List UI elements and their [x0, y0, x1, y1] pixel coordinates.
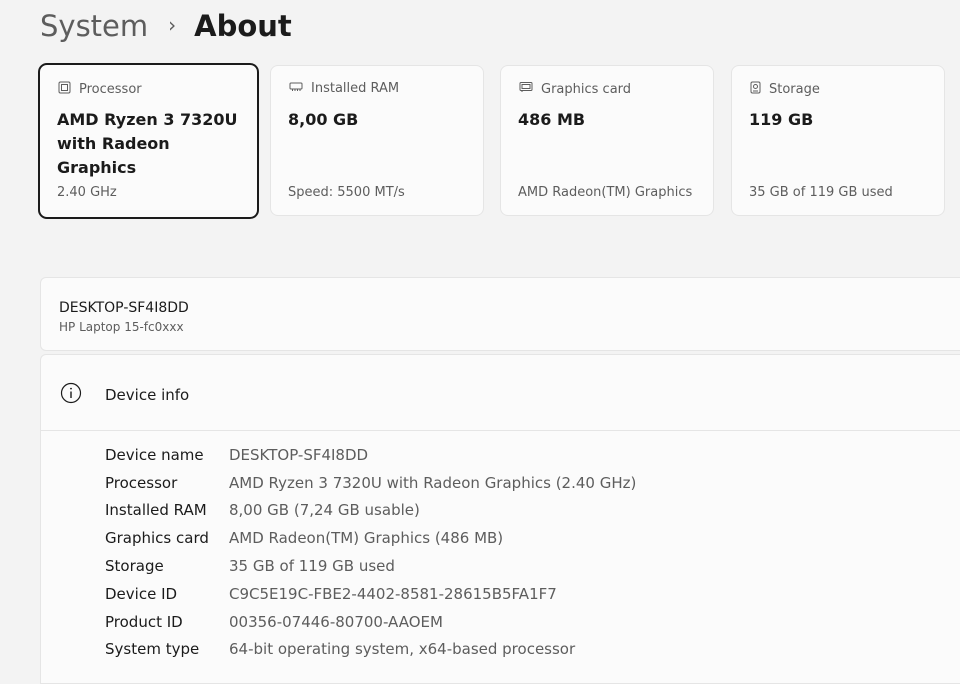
card-label: Storage [769, 82, 820, 97]
spec-value: DESKTOP-SF4I8DD [229, 445, 369, 464]
spec-row-product-id: Product ID 00356-07446-80700-AAOEM [105, 608, 636, 636]
spec-row-graphics-card: Graphics card AMD Radeon(TM) Graphics (4… [105, 524, 636, 552]
card-header: Storage [750, 81, 820, 98]
card-graphics-card[interactable]: Graphics card 486 MB AMD Radeon(TM) Grap… [500, 65, 714, 216]
card-processor[interactable]: Processor AMD Ryzen 3 7320U with Radeon … [38, 63, 259, 219]
card-subtext: AMD Radeon(TM) Graphics [518, 185, 693, 200]
spec-row-processor: Processor AMD Ryzen 3 7320U with Radeon … [105, 469, 636, 497]
device-name-panel[interactable]: DESKTOP-SF4I8DD HP Laptop 15-fc0xxx [40, 277, 960, 351]
card-storage[interactable]: Storage 119 GB 35 GB of 119 GB used [731, 65, 945, 216]
spec-label: Device ID [105, 584, 178, 603]
card-label: Processor [79, 82, 142, 97]
device-info-panel: Device info Device name DESKTOP-SF4I8DD … [40, 354, 960, 684]
spec-value: 35 GB of 119 GB used [229, 557, 395, 576]
card-subtext: Speed: 5500 MT/s [288, 185, 405, 200]
card-header: Installed RAM [289, 81, 399, 96]
spec-row-device-name: Device name DESKTOP-SF4I8DD [105, 441, 636, 469]
card-header: Graphics card [519, 81, 631, 97]
spec-value: 64-bit operating system, x64-based proce… [229, 640, 576, 659]
card-value: AMD Ryzen 3 7320U with Radeon Graphics [57, 110, 238, 177]
card-value: 119 GB [749, 110, 814, 129]
ram-icon [289, 81, 311, 96]
spec-row-installed-ram: Installed RAM 8,00 GB (7,24 GB usable) [105, 497, 636, 525]
card-value: 8,00 GB [288, 110, 359, 129]
storage-icon [750, 81, 769, 98]
spec-row-storage: Storage 35 GB of 119 GB used [105, 552, 636, 580]
card-subtext: 2.40 GHz [57, 185, 117, 200]
card-installed-ram[interactable]: Installed RAM 8,00 GB Speed: 5500 MT/s [270, 65, 484, 216]
pc-model: HP Laptop 15-fc0xxx [59, 320, 184, 334]
spec-table: Device name DESKTOP-SF4I8DD Processor AM… [105, 441, 636, 663]
spec-label: System type [105, 640, 200, 659]
spec-label: Storage [105, 557, 164, 576]
spec-label: Installed RAM [105, 501, 207, 520]
breadcrumb-parent-system[interactable]: System [40, 9, 148, 43]
spec-value: AMD Radeon(TM) Graphics (486 MB) [229, 529, 504, 548]
card-subtext: 35 GB of 119 GB used [749, 185, 893, 200]
spec-label: Device name [105, 445, 204, 464]
card-header: Processor [58, 81, 142, 98]
spec-row-device-id: Device ID C9C5E19C-FBE2-4402-8581-28615B… [105, 580, 636, 608]
graphics-card-icon [519, 81, 541, 97]
spec-label: Graphics card [105, 529, 209, 548]
breadcrumb: System › About [40, 6, 292, 46]
spec-value: 00356-07446-80700-AAOEM [229, 612, 443, 631]
spec-value: AMD Ryzen 3 7320U with Radeon Graphics (… [229, 473, 637, 492]
page-title: About [194, 9, 292, 43]
spec-value: 8,00 GB (7,24 GB usable) [229, 501, 420, 520]
card-value: 486 MB [518, 110, 586, 129]
processor-icon [58, 81, 79, 98]
device-info-title: Device info [105, 386, 190, 404]
chevron-right-icon: › [168, 13, 177, 37]
card-label: Installed RAM [311, 81, 400, 96]
card-label: Graphics card [541, 81, 632, 97]
pc-name: DESKTOP-SF4I8DD [59, 300, 189, 316]
spec-row-system-type: System type 64-bit operating system, x64… [105, 636, 636, 664]
spec-label: Processor [105, 473, 178, 492]
spec-value: C9C5E19C-FBE2-4402-8581-28615B5FA1F7 [229, 584, 557, 603]
device-info-header[interactable]: Device info [41, 355, 960, 431]
info-icon [60, 382, 82, 408]
spec-label: Product ID [105, 612, 183, 631]
